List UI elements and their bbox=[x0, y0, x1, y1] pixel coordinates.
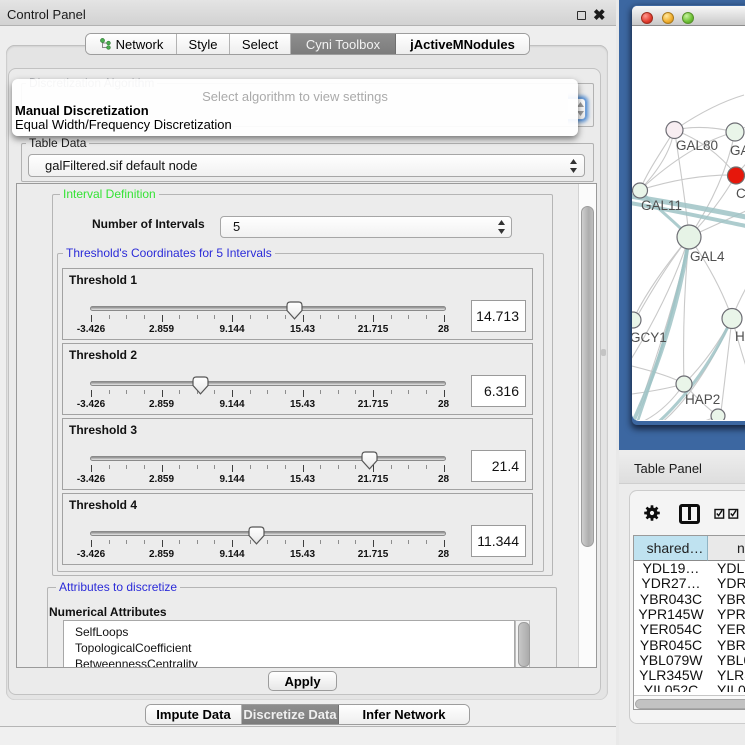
svg-text:GAL80: GAL80 bbox=[676, 138, 718, 153]
svg-text:GCY1: GCY1 bbox=[632, 330, 667, 345]
svg-text:GAL3: GAL3 bbox=[730, 143, 745, 158]
svg-text:HAP4: HAP4 bbox=[735, 329, 745, 344]
svg-text:CDC6: CDC6 bbox=[736, 186, 745, 201]
svg-text:HAP2: HAP2 bbox=[685, 392, 720, 407]
svg-text:GAL11: GAL11 bbox=[641, 198, 682, 213]
svg-text:GAL4: GAL4 bbox=[690, 249, 725, 264]
